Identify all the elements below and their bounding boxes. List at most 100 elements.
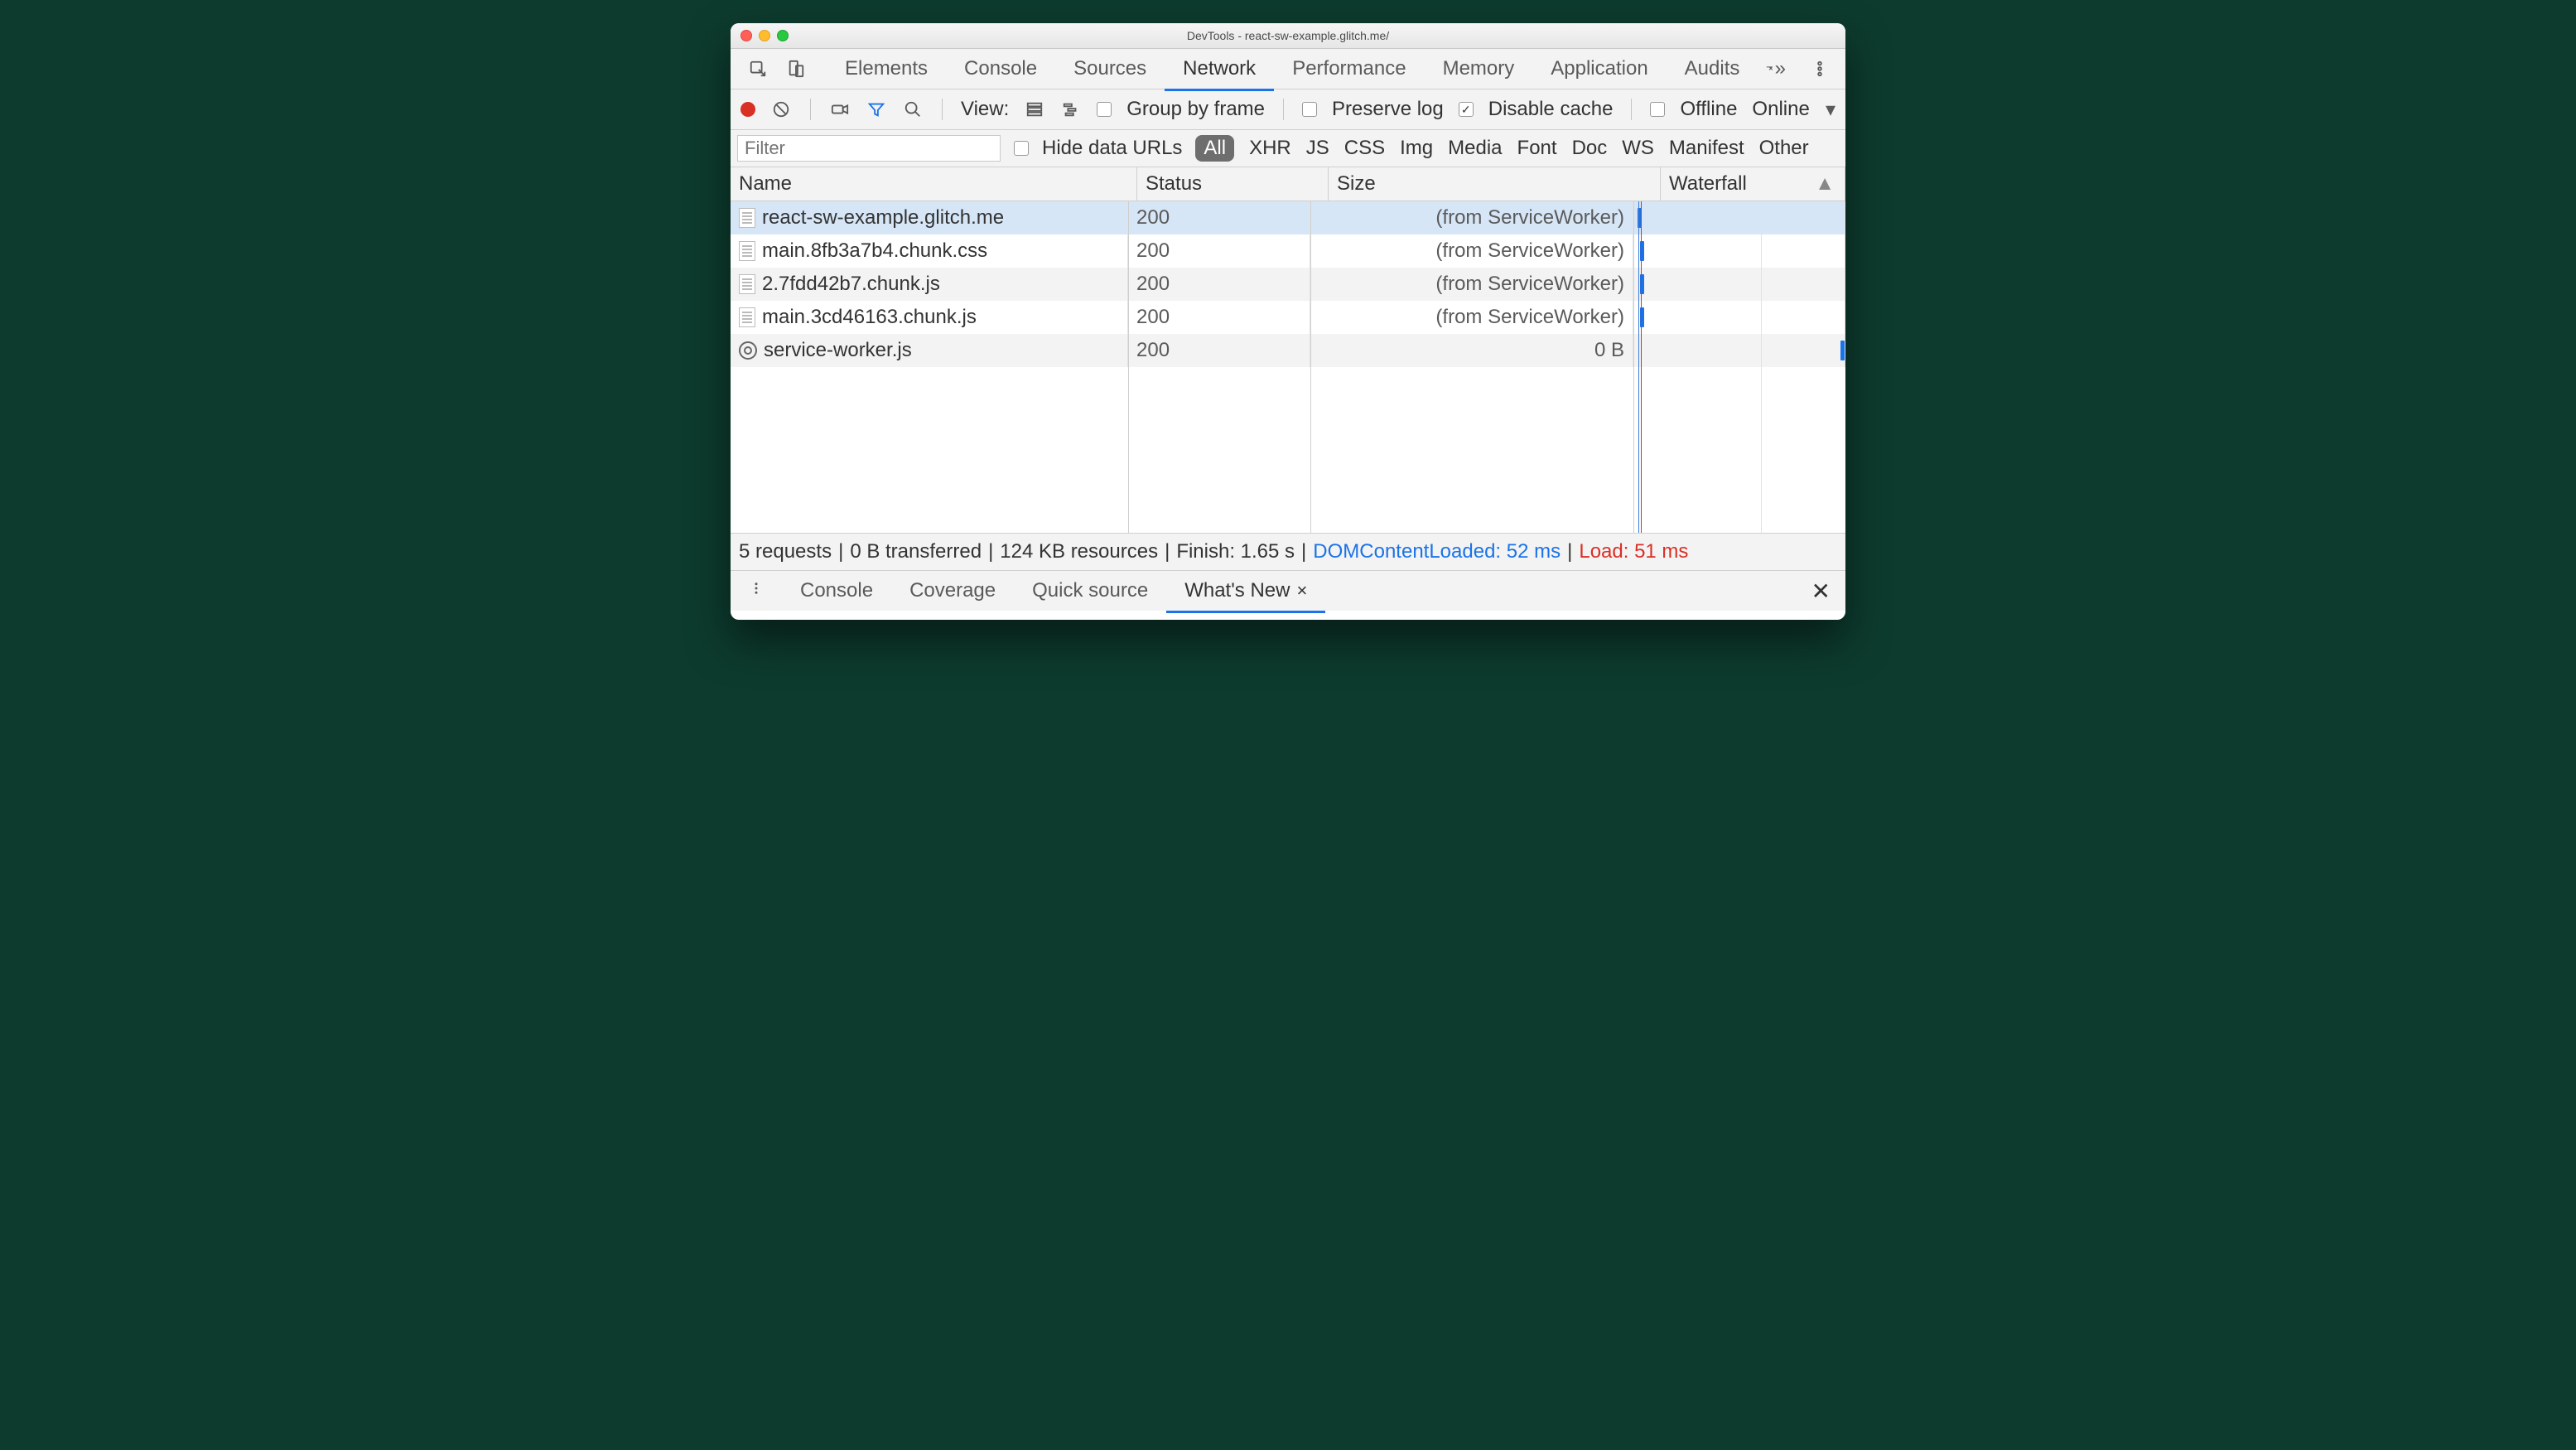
table-row[interactable]: react-sw-example.glitch.me200(from Servi… [731, 201, 1845, 234]
camera-icon[interactable] [829, 99, 851, 120]
traffic-lights [740, 30, 789, 41]
request-name: main.8fb3a7b4.chunk.css [762, 239, 987, 263]
status-resources: 124 KB resources [1000, 540, 1158, 563]
request-waterfall [1633, 301, 1845, 334]
tab-network[interactable]: Network [1165, 49, 1274, 91]
filter-type-manifest[interactable]: Manifest [1669, 137, 1744, 160]
window-title: DevTools - react-sw-example.glitch.me/ [731, 29, 1845, 42]
throttling-dropdown-icon[interactable]: ▾ [1826, 98, 1836, 122]
large-rows-icon[interactable] [1024, 99, 1045, 120]
kebab-menu-icon[interactable] [1809, 58, 1831, 80]
document-icon [739, 274, 755, 294]
main-tab-bar: ElementsConsoleSourcesNetworkPerformance… [731, 49, 1845, 89]
waterfall-bar [1640, 274, 1644, 294]
request-waterfall [1633, 334, 1845, 367]
request-size: (from ServiceWorker) [1310, 301, 1633, 334]
minimize-window-icon[interactable] [759, 30, 770, 41]
search-icon[interactable] [902, 99, 924, 120]
drawer-menu-icon[interactable] [731, 578, 782, 604]
document-icon [739, 241, 755, 261]
filter-type-other[interactable]: Other [1759, 137, 1809, 160]
group-by-frame-label: Group by frame [1126, 98, 1265, 121]
device-toggle-icon[interactable] [785, 58, 807, 80]
waterfall-view-icon[interactable] [1060, 99, 1082, 120]
close-tab-icon[interactable]: × [1296, 580, 1307, 602]
online-label[interactable]: Online [1752, 98, 1809, 121]
drawer-tab-quick-source[interactable]: Quick source [1014, 571, 1166, 611]
filter-type-doc[interactable]: Doc [1572, 137, 1608, 160]
close-window-icon[interactable] [740, 30, 752, 41]
filter-type-all[interactable]: All [1195, 135, 1234, 162]
filter-icon[interactable] [866, 99, 887, 120]
column-name[interactable]: Name [731, 167, 1137, 201]
more-tabs-icon[interactable]: » [1764, 58, 1786, 80]
request-table: react-sw-example.glitch.me200(from Servi… [731, 201, 1845, 533]
network-toolbar: View: Group by frame Preserve log Disabl… [731, 89, 1845, 130]
close-drawer-icon[interactable]: ✕ [1811, 578, 1845, 605]
column-waterfall[interactable]: Waterfall ▲ [1661, 167, 1845, 201]
waterfall-bar [1640, 241, 1644, 261]
request-status: 200 [1128, 301, 1310, 334]
drawer-tab-bar: Console Coverage Quick sourceWhat's New× ✕ [731, 570, 1845, 611]
request-waterfall [1633, 201, 1845, 234]
filter-type-img[interactable]: Img [1400, 137, 1433, 160]
tab-sources[interactable]: Sources [1055, 49, 1165, 89]
tab-application[interactable]: Application [1532, 49, 1666, 89]
waterfall-bar [1840, 341, 1845, 360]
document-icon [739, 307, 755, 327]
inspect-element-icon[interactable] [747, 58, 769, 80]
request-size: (from ServiceWorker) [1310, 201, 1633, 234]
column-size[interactable]: Size [1329, 167, 1661, 201]
table-row[interactable]: service-worker.js2000 B [731, 334, 1845, 367]
waterfall-bar [1638, 208, 1642, 228]
tab-memory[interactable]: Memory [1425, 49, 1533, 89]
request-waterfall [1633, 234, 1845, 268]
filter-type-ws[interactable]: WS [1622, 137, 1654, 160]
hide-data-urls-checkbox[interactable] [1014, 141, 1029, 156]
tab-elements[interactable]: Elements [827, 49, 946, 89]
drawer-tab-what-s-new[interactable]: What's New× [1166, 571, 1325, 613]
column-status[interactable]: Status [1137, 167, 1329, 201]
tab-audits[interactable]: Audits [1667, 49, 1758, 89]
status-dcl: DOMContentLoaded: 52 ms [1313, 540, 1561, 563]
request-size: (from ServiceWorker) [1310, 234, 1633, 268]
table-row[interactable]: main.8fb3a7b4.chunk.css 200(from ServiceW… [731, 234, 1845, 268]
offline-label: Offline [1680, 98, 1737, 121]
preserve-log-checkbox[interactable] [1302, 102, 1317, 117]
clear-icon[interactable] [770, 99, 792, 120]
hide-data-urls-label: Hide data URLs [1042, 137, 1182, 160]
filter-type-xhr[interactable]: XHR [1249, 137, 1291, 160]
table-row[interactable]: 2.7fdd42b7.chunk.js200(from ServiceWorke… [731, 268, 1845, 301]
tab-performance[interactable]: Performance [1274, 49, 1424, 89]
preserve-log-label: Preserve log [1332, 98, 1444, 121]
request-status: 200 [1128, 234, 1310, 268]
gear-icon [739, 341, 757, 360]
status-transferred: 0 B transferred [850, 540, 982, 563]
drawer-tab-coverage[interactable]: Coverage [891, 571, 1014, 611]
request-status: 200 [1128, 334, 1310, 367]
filter-input[interactable] [737, 135, 1001, 162]
disable-cache-label: Disable cache [1488, 98, 1614, 121]
record-icon[interactable] [740, 102, 755, 117]
offline-checkbox[interactable] [1650, 102, 1665, 117]
filter-type-font[interactable]: Font [1517, 137, 1557, 160]
waterfall-bar [1640, 307, 1644, 327]
status-finish: Finish: 1.65 s [1176, 540, 1295, 563]
request-waterfall [1633, 268, 1845, 301]
filter-type-css[interactable]: CSS [1344, 137, 1385, 160]
zoom-window-icon[interactable] [777, 30, 789, 41]
request-name: main.3cd46163.chunk.js [762, 306, 977, 329]
drawer-tab-label: Coverage [909, 579, 996, 602]
drawer-tab-label: Console [800, 579, 873, 602]
tab-console[interactable]: Console [946, 49, 1055, 89]
drawer-tab-console[interactable]: Console [782, 571, 891, 611]
filter-type-media[interactable]: Media [1448, 137, 1502, 160]
request-size: 0 B [1310, 334, 1633, 367]
column-waterfall-label: Waterfall [1669, 172, 1747, 196]
disable-cache-checkbox[interactable] [1459, 102, 1474, 117]
filter-type-js[interactable]: JS [1306, 137, 1329, 160]
table-header: Name Status Size Waterfall ▲ [731, 167, 1845, 201]
group-by-frame-checkbox[interactable] [1097, 102, 1112, 117]
table-row[interactable]: main.3cd46163.chunk.js 200(from ServiceWo… [731, 301, 1845, 334]
request-status: 200 [1128, 268, 1310, 301]
